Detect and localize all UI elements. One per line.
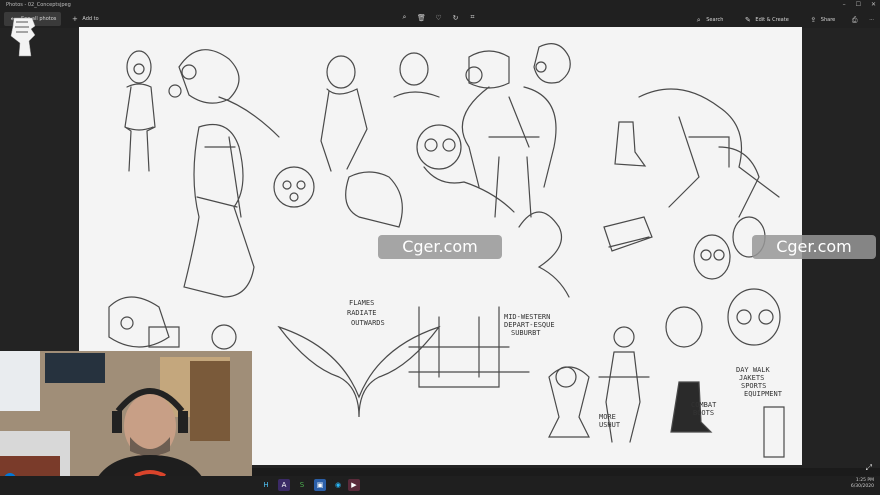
annotation-flames: FLAMES: [349, 299, 374, 307]
annotation-ushut: USHUT: [599, 421, 621, 429]
maximize-button[interactable]: ☐: [856, 0, 861, 10]
print-icon[interactable]: ⎙: [850, 16, 859, 25]
annotation-boots: BOOTS: [693, 409, 714, 417]
window-controls: – ☐ ✕: [843, 0, 876, 10]
taskbar-app-3[interactable]: S: [296, 479, 308, 491]
favorite-icon[interactable]: ♡: [434, 13, 443, 22]
annotation-outwards: OUTWARDS: [351, 319, 385, 327]
add-to-label: Add to: [82, 16, 99, 22]
edit-icon: ✎: [744, 16, 751, 24]
annotation-equipment: EQUIPMENT: [744, 390, 783, 398]
watermark-left: Cger.com: [378, 235, 502, 259]
share-icon: ⇪: [810, 16, 817, 24]
webcam-overlay: [0, 351, 252, 495]
title-bar: Photos - 02_Conceptsjpeg – ☐ ✕: [0, 0, 880, 10]
annotation-jakets: JAKETS: [739, 374, 764, 382]
image-actions: ⌕ 🗑 ♡ ↻ ⌗: [400, 13, 477, 22]
search-button[interactable]: ⌕ Search: [689, 13, 728, 27]
annotation-more: MORE: [599, 413, 616, 421]
edit-create-button[interactable]: ✎ Edit & Create: [738, 13, 793, 27]
expand-icon[interactable]: ⤢: [866, 463, 872, 473]
watermark-right: Cger.com: [752, 235, 876, 259]
photos-toolbar: ← See all photos + Add to ⌕ 🗑 ♡ ↻ ⌗ ⌕ Se…: [0, 10, 880, 28]
delete-icon[interactable]: 🗑: [417, 13, 426, 22]
system-tray[interactable]: 1:25 PM 6/30/2020: [851, 478, 874, 490]
more-button[interactable]: ···: [869, 17, 874, 23]
taskbar-app-5[interactable]: ◉: [332, 479, 344, 491]
annotation-day-walk: DAY WALK: [736, 366, 771, 374]
annotation-radiate: RADIATE: [347, 309, 377, 317]
annotation-sports: SPORTS: [741, 382, 766, 390]
taskbar-app-1[interactable]: H: [260, 479, 272, 491]
taskbar: H A S ▣ ◉ ▶ 1:25 PM 6/30/2020: [0, 476, 880, 495]
taskbar-app-6[interactable]: ▶: [348, 479, 360, 491]
tray-date: 6/30/2020: [850, 484, 874, 489]
search-icon: ⌕: [696, 16, 701, 24]
share-button[interactable]: ⇪ Share: [804, 13, 840, 27]
plus-icon: +: [71, 15, 78, 23]
annotation-depart-esque: DEPART-ESQUE: [504, 321, 555, 329]
window-title: Photos - 02_Conceptsjpeg: [6, 2, 71, 8]
annotation-suburbt: SUBURBT: [511, 329, 541, 337]
share-label: Share: [820, 17, 836, 23]
annotation-mid-western: MID-WESTERN: [504, 313, 550, 321]
taskbar-app-photos[interactable]: ▣: [314, 479, 326, 491]
edit-create-label: Edit & Create: [755, 17, 789, 23]
search-label: Search: [706, 17, 724, 23]
close-button[interactable]: ✕: [871, 0, 876, 10]
rotate-icon[interactable]: ↻: [451, 13, 460, 22]
fist-logo: [10, 17, 36, 57]
taskbar-app-2[interactable]: A: [278, 479, 290, 491]
crop-icon[interactable]: ⌗: [468, 13, 477, 22]
zoom-icon[interactable]: ⌕: [400, 13, 409, 22]
add-to-button[interactable]: + Add to: [65, 12, 103, 26]
annotation-combat: COMBAT: [691, 401, 717, 409]
minimize-button[interactable]: –: [843, 0, 846, 10]
webcam-image: [0, 351, 252, 495]
